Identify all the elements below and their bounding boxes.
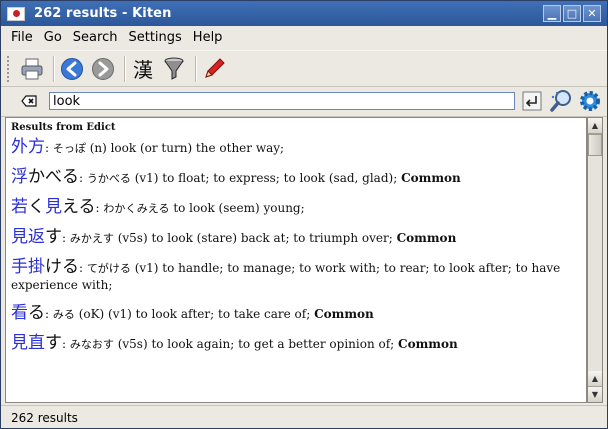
japan-flag-icon (7, 6, 25, 21)
entry-word[interactable]: 手掛ける (11, 257, 79, 277)
results-view[interactable]: Results from Edict 外方: そっぽ (n) look (or … (5, 117, 587, 403)
search-in-results-button[interactable] (549, 89, 573, 113)
funnel-icon (164, 57, 184, 80)
menu-help[interactable]: Help (193, 30, 223, 45)
entry-definition: (n) look (or turn) the other way; (89, 141, 285, 155)
forward-button[interactable] (89, 55, 117, 83)
search-input[interactable] (49, 92, 515, 110)
window-title: 262 results - Kiten (34, 6, 172, 21)
result-entry: 外方: そっぽ (n) look (or turn) the other way… (11, 137, 285, 157)
main-toolbar: 漢 (1, 50, 607, 87)
result-entry: 若く見える: わかくみえる to look (seem) young; (11, 197, 305, 217)
common-tag: Common (396, 231, 457, 245)
entry-reading: てがける (86, 262, 131, 275)
print-button[interactable] (18, 55, 46, 83)
settings-button[interactable] (578, 89, 602, 113)
entry-word[interactable]: 見直す (11, 333, 62, 353)
menu-go[interactable]: Go (44, 30, 62, 45)
entry-word[interactable]: 若く見える (11, 197, 96, 217)
printer-icon (21, 58, 43, 79)
entry-word[interactable]: 看る (11, 303, 45, 323)
toolbar-separator (195, 55, 196, 82)
entry-reading: そっぽ (52, 142, 86, 155)
result-entry: 見直す: みなおす (v5s) to look again; to get a … (11, 333, 458, 353)
entry-definition: (oK) (v1) to look after; to take care of… (78, 307, 311, 321)
result-entry: 浮かべる: うかべる (v1) to float; to express; to… (11, 167, 461, 187)
maximize-button[interactable]: □ (563, 5, 581, 22)
common-tag: Common (398, 337, 458, 351)
scroll-up-button[interactable]: ▲ (588, 118, 602, 134)
entry-reading: みなおす (69, 338, 114, 351)
entry-word[interactable]: 浮かべる (11, 167, 79, 187)
entry-definition: to look (seem) young; (173, 201, 305, 215)
result-entry: 手掛ける: てがける (v1) to handle; to manage; to… (11, 257, 561, 293)
title-bar: 262 results - Kiten ▁ □ ✕ (1, 1, 607, 26)
common-tag: Common (401, 171, 461, 185)
filter-button[interactable] (160, 55, 188, 83)
status-bar: 262 results (1, 405, 607, 428)
scroll-down-button[interactable]: ▼ (588, 386, 602, 402)
entry-reading: みかえす (69, 232, 114, 245)
learn-button[interactable] (200, 55, 228, 83)
entry-definition: (v5s) to look again; to get a better opi… (117, 337, 395, 351)
clear-text-icon[interactable] (21, 95, 37, 107)
scroll-thumb[interactable] (588, 134, 602, 156)
menu-search[interactable]: Search (73, 30, 118, 45)
pencil-icon (205, 57, 225, 78)
gear-icon (580, 91, 600, 111)
search-toolbar (1, 86, 607, 117)
status-text: 262 results (11, 410, 78, 425)
back-button[interactable] (58, 55, 86, 83)
close-button[interactable]: ✕ (583, 5, 601, 22)
entry-reading: みる (52, 308, 75, 321)
kiten-window: 262 results - Kiten ▁ □ ✕ File Go Search… (0, 0, 608, 429)
result-entry: 看る: みる (oK) (v1) to look after; to take … (11, 303, 374, 323)
results-source-header: Results from Edict (11, 122, 116, 133)
toolbar-separator (124, 55, 125, 82)
window-controls: ▁ □ ✕ (543, 5, 601, 22)
search-enter-button[interactable] (520, 89, 544, 113)
forward-arrow-icon (92, 57, 114, 80)
entry-definition: (v1) to float; to express; to look (sad,… (134, 171, 398, 185)
results-scrollbar[interactable]: ▲ ▲ ▼ (587, 117, 603, 403)
menu-bar: File Go Search Settings Help (1, 26, 607, 49)
entry-word[interactable]: 見返す (11, 227, 62, 247)
entry-reading: わかくみえる (103, 202, 170, 215)
common-tag: Common (314, 307, 374, 321)
entry-word[interactable]: 外方 (11, 137, 45, 157)
toolbar-grip[interactable] (7, 55, 12, 82)
kanji-icon: 漢 (133, 58, 153, 82)
menu-settings[interactable]: Settings (128, 30, 181, 45)
magnifier-icon (550, 90, 571, 112)
menu-file[interactable]: File (11, 30, 33, 45)
enter-icon (522, 91, 542, 111)
entry-reading: うかべる (86, 172, 131, 185)
toolbar-separator (53, 55, 54, 82)
back-arrow-icon (61, 57, 83, 80)
scroll-up-lower-button[interactable]: ▲ (588, 371, 602, 387)
entry-definition: (v5s) to look (stare) back at; to triump… (117, 231, 393, 245)
result-entry: 見返す: みかえす (v5s) to look (stare) back at;… (11, 227, 457, 247)
minimize-button[interactable]: ▁ (543, 5, 561, 22)
kanji-browser-button[interactable]: 漢 (129, 55, 157, 83)
